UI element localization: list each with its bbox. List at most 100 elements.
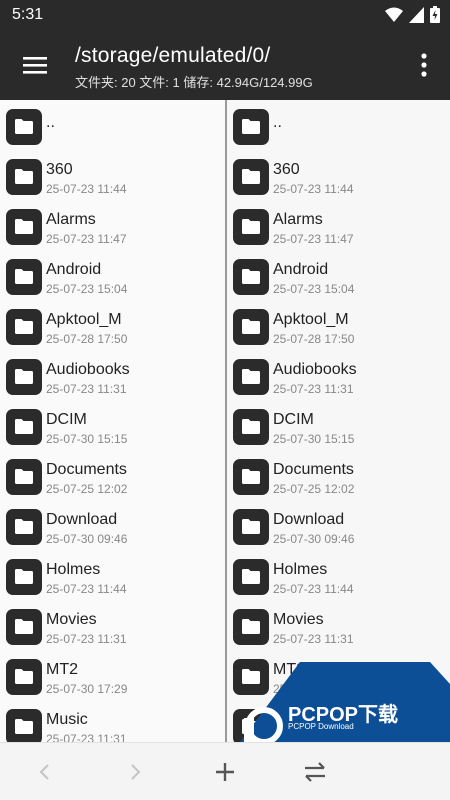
file-name: 360 [46, 161, 73, 178]
file-list-item[interactable]: Apktool_M 25-07-28 17:50 [0, 304, 225, 354]
file-list-item[interactable]: Android 25-07-23 15:04 [227, 254, 450, 304]
file-date: 25-07-23 11:47 [46, 232, 127, 246]
folder-icon [6, 709, 42, 742]
file-name: Alarms [273, 211, 323, 228]
file-list-item[interactable]: Apktool_M 25-07-28 17:50 [227, 304, 450, 354]
file-name: Music [273, 711, 315, 728]
status-bar: 5:31 [0, 0, 450, 30]
file-list-item[interactable]: Audiobooks 25-07-23 11:31 [227, 354, 450, 404]
file-list-item[interactable]: Download 25-07-30 09:46 [0, 504, 225, 554]
file-list-item[interactable]: Alarms 25-07-23 11:47 [227, 204, 450, 254]
file-date: 25-07-23 11:31 [273, 632, 354, 646]
file-list-item[interactable]: Music 25-07-23 11:31 [0, 704, 225, 742]
chevron-right-icon[interactable] [120, 757, 150, 787]
file-name: Android [46, 261, 102, 278]
file-date: 25-07-23 11:44 [46, 582, 127, 596]
battery-icon [430, 6, 440, 28]
app-bar: /storage/emulated/0/ 文件夹: 20 文件: 1 储存: 4… [0, 30, 450, 100]
bottom-toolbar [0, 742, 450, 800]
file-name: DCIM [273, 411, 314, 428]
file-name: Download [273, 511, 345, 528]
file-list-item[interactable]: DCIM 25-07-30 15:15 [227, 404, 450, 454]
file-list-item[interactable]: MT2 25-07-30 17:29 [0, 654, 225, 704]
folder-icon [233, 409, 269, 445]
plus-icon[interactable] [210, 757, 240, 787]
folder-icon [6, 559, 42, 595]
file-list-item[interactable]: MT2 25-07-30 17:29 [227, 654, 450, 704]
file-date: 25-07-30 15:15 [273, 432, 355, 446]
file-date: 25-07-25 12:02 [273, 482, 355, 496]
file-name: MT2 [273, 661, 305, 678]
file-name: DCIM [46, 411, 87, 428]
folder-icon [6, 459, 42, 495]
file-date: 25-07-23 15:04 [273, 282, 355, 296]
file-name: MT2 [46, 661, 78, 678]
right-file-pane[interactable]: .. 360 25-07-23 11:44 Alarms 25-07-23 11:47 A… [227, 100, 450, 742]
folder-icon [233, 659, 269, 695]
folder-icon [6, 409, 42, 445]
folder-icon [6, 109, 42, 145]
folder-icon [6, 359, 42, 395]
file-list-item[interactable]: Alarms 25-07-23 11:47 [0, 204, 225, 254]
file-date: 25-07-28 17:50 [46, 332, 128, 346]
file-list-item[interactable]: Android 25-07-23 15:04 [0, 254, 225, 304]
file-list-item[interactable]: DCIM 25-07-30 15:15 [0, 404, 225, 454]
file-name: Movies [273, 611, 324, 628]
folder-icon [233, 359, 269, 395]
chevron-left-icon[interactable] [30, 757, 60, 787]
left-file-pane[interactable]: .. 360 25-07-23 11:44 Alarms 25-07-23 11:47 A… [0, 100, 225, 742]
file-date: 25-07-30 17:29 [46, 682, 128, 696]
file-date: 25-07-23 11:31 [273, 732, 354, 742]
file-name: Apktool_M [46, 311, 122, 328]
file-name: Download [46, 511, 118, 528]
folder-icon [6, 259, 42, 295]
file-name: .. [46, 114, 55, 131]
swap-arrows-icon[interactable] [300, 757, 330, 787]
file-list-item[interactable]: Documents 25-07-25 12:02 [0, 454, 225, 504]
folder-icon [6, 159, 42, 195]
current-path: /storage/emulated/0/ [75, 44, 271, 67]
file-name: Apktool_M [273, 311, 349, 328]
file-list-item[interactable]: .. [0, 104, 225, 154]
file-list-item[interactable]: 360 25-07-23 11:44 [227, 154, 450, 204]
file-list-item[interactable]: Audiobooks 25-07-23 11:31 [0, 354, 225, 404]
folder-icon [233, 509, 269, 545]
file-date: 25-07-23 11:44 [46, 182, 127, 196]
folder-icon [233, 559, 269, 595]
more-vertical-icon[interactable] [420, 52, 428, 78]
status-time: 5:31 [12, 6, 44, 23]
folder-icon [6, 659, 42, 695]
folder-icon [233, 709, 269, 742]
file-date: 25-07-28 17:50 [273, 332, 355, 346]
file-list-item[interactable]: Holmes 25-07-23 11:44 [0, 554, 225, 604]
folder-icon [233, 459, 269, 495]
file-list-item[interactable]: Movies 25-07-23 11:31 [0, 604, 225, 654]
file-name: Audiobooks [46, 361, 130, 378]
file-list-item[interactable]: Documents 25-07-25 12:02 [227, 454, 450, 504]
hamburger-menu-icon[interactable] [22, 54, 48, 76]
file-date: 25-07-23 11:47 [273, 232, 354, 246]
file-date: 25-07-23 11:31 [46, 632, 127, 646]
file-date: 25-07-30 09:46 [273, 532, 355, 546]
file-date: 25-07-30 17:29 [273, 682, 355, 696]
file-date: 25-07-25 12:02 [46, 482, 128, 496]
file-date: 25-07-23 15:04 [46, 282, 128, 296]
folder-icon [6, 309, 42, 345]
file-name: Music [46, 711, 88, 728]
file-name: Holmes [273, 561, 328, 578]
file-list-item[interactable]: .. [227, 104, 450, 154]
file-list-item[interactable]: 360 25-07-23 11:44 [0, 154, 225, 204]
file-date: 25-07-30 15:15 [46, 432, 128, 446]
file-name: Movies [46, 611, 97, 628]
folder-icon [233, 609, 269, 645]
file-name: Android [273, 261, 329, 278]
file-date: 25-07-23 11:31 [273, 382, 354, 396]
folder-icon [6, 509, 42, 545]
file-list-item[interactable]: Movies 25-07-23 11:31 [227, 604, 450, 654]
file-list-item[interactable]: Download 25-07-30 09:46 [227, 504, 450, 554]
folder-icon [6, 209, 42, 245]
file-name: Documents [273, 461, 354, 478]
folder-icon [233, 309, 269, 345]
file-list-item[interactable]: Holmes 25-07-23 11:44 [227, 554, 450, 604]
file-list-item[interactable]: Music 25-07-23 11:31 [227, 704, 450, 742]
